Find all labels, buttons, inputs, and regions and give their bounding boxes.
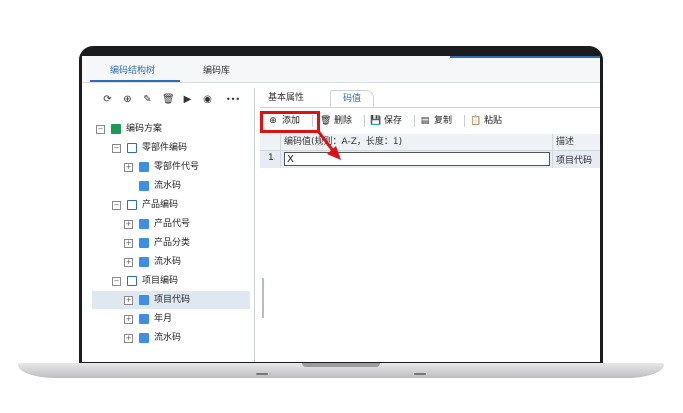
play-icon[interactable]: ▶: [182, 94, 193, 105]
save-button-label: 保存: [384, 116, 403, 126]
code-item-icon: [139, 181, 149, 191]
table-row[interactable]: 1 项目代码: [260, 151, 600, 168]
tree-node-label: 零部件代号: [154, 162, 200, 172]
tree-node-label: 流水码: [154, 333, 182, 343]
tree-node-label: 产品分类: [154, 238, 191, 248]
tree-node-label: 编码方案: [126, 124, 163, 134]
description-cell[interactable]: 项目代码: [556, 153, 592, 166]
stop-icon[interactable]: ◉: [202, 94, 213, 105]
active-tab-indicator: [90, 80, 180, 82]
paste-button[interactable]: 📋 粘贴: [470, 113, 502, 129]
add-button-highlight: [260, 111, 320, 133]
top-tab-bar: 编码结构树 编码库: [82, 56, 600, 83]
tree-node-product-number[interactable]: + 产品代号: [124, 215, 190, 233]
tree-node-part-code[interactable]: − 零部件编码: [112, 139, 187, 157]
laptop-notch: [302, 363, 380, 367]
top-accent-line: [450, 56, 600, 58]
collapse-icon[interactable]: −: [112, 276, 121, 286]
add-circle-icon[interactable]: ⊕: [122, 94, 133, 105]
right-panel: 基本属性 码值 ⊕ 添加 🗑 删除 💾 保存 ▤ 复制 📋 粘贴 编码值(规则：A-Z，长…: [260, 88, 600, 362]
tab-basic-properties[interactable]: 基本属性: [268, 90, 304, 106]
tree-node-label: 年月: [154, 314, 173, 324]
tree-node-label: 产品代号: [154, 219, 191, 229]
paste-icon: 📋: [470, 116, 482, 126]
grid-header: 编码值(规则：A-Z，长度：1) 描述: [260, 134, 600, 151]
expand-icon[interactable]: +: [124, 257, 133, 267]
tree-node-serial-2[interactable]: + 流水码: [124, 253, 181, 271]
tree-node-scheme[interactable]: − 编码方案: [96, 120, 162, 138]
toolbar-separator: [464, 115, 465, 127]
column-separator: [280, 134, 281, 168]
expand-icon[interactable]: +: [124, 162, 133, 172]
toolbar-separator: [364, 115, 365, 127]
column-separator: [552, 134, 553, 168]
code-group-icon: [127, 200, 137, 210]
save-button[interactable]: 💾 保存: [370, 113, 402, 129]
tree-node-label: 产品编码: [142, 200, 179, 210]
delete-button-label: 删除: [334, 116, 353, 126]
tree-node-product-category[interactable]: + 产品分类: [124, 234, 190, 252]
code-item-icon: [139, 295, 149, 305]
copy-button[interactable]: ▤ 复制: [420, 113, 452, 129]
expand-icon[interactable]: +: [124, 219, 133, 229]
paste-button-label: 粘贴: [484, 116, 503, 126]
scheme-icon: [111, 124, 121, 134]
tree-node-project-code[interactable]: − 项目编码: [112, 272, 178, 290]
column-header-code-value[interactable]: 编码值(规则：A-Z，长度：1): [284, 134, 402, 150]
code-item-icon: [139, 219, 149, 229]
code-item-icon: [139, 238, 149, 248]
subtab-divider: [260, 107, 600, 108]
tree-node-label: 流水码: [154, 181, 182, 191]
save-icon: 💾: [370, 116, 382, 126]
app-screen: 编码结构树 编码库 ⟳ ⊕ ✎ 🗑 ▶ ◉ ••• − 编码方案 − 零部件编码 +…: [82, 56, 600, 362]
tree-node-label: 项目编码: [142, 276, 179, 286]
delete-button[interactable]: 🗑 删除: [320, 113, 352, 129]
edit-icon[interactable]: ✎: [142, 94, 153, 105]
toolbar-separator: [414, 115, 415, 127]
tree-node-label: 零部件编码: [142, 143, 188, 153]
expand-icon[interactable]: +: [124, 333, 133, 343]
tree-node-label: 流水码: [154, 257, 182, 267]
laptop-foot-right: [414, 373, 426, 375]
copy-button-label: 复制: [434, 116, 453, 126]
tab-code-structure-tree[interactable]: 编码结构树: [110, 63, 155, 76]
tree-node-serial-1[interactable]: 流水码: [139, 177, 181, 195]
expand-icon[interactable]: +: [124, 295, 133, 305]
expand-icon[interactable]: +: [124, 238, 133, 248]
left-panel: ⟳ ⊕ ✎ 🗑 ▶ ◉ ••• − 编码方案 − 零部件编码 + 零部件代号 流水码 …: [92, 88, 264, 362]
code-item-icon: [139, 314, 149, 324]
tree-node-part-number[interactable]: + 零部件代号: [124, 158, 199, 176]
code-item-icon: [139, 333, 149, 343]
collapse-icon[interactable]: −: [112, 143, 121, 153]
column-header-description[interactable]: 描述: [556, 134, 574, 150]
code-item-icon: [139, 162, 149, 172]
copy-icon: ▤: [420, 116, 430, 126]
tab-code-values[interactable]: 码值: [330, 90, 374, 107]
tree-node-project-number[interactable]: + 项目代码: [92, 291, 250, 309]
tree-node-serial-3[interactable]: + 流水码: [124, 329, 181, 347]
code-item-icon: [139, 257, 149, 267]
refresh-icon[interactable]: ⟳: [102, 94, 113, 105]
tree-node-product-code[interactable]: − 产品编码: [112, 196, 178, 214]
code-value-input[interactable]: [284, 152, 550, 166]
tab-code-library[interactable]: 编码库: [203, 63, 230, 76]
collapse-icon[interactable]: −: [96, 124, 105, 134]
collapse-icon[interactable]: −: [112, 200, 121, 210]
code-group-icon: [127, 143, 137, 153]
tree-node-year-month[interactable]: + 年月: [124, 310, 172, 328]
trash-icon: 🗑: [320, 116, 332, 126]
tree-node-label: 项目代码: [154, 295, 191, 305]
laptop-foot-left: [256, 373, 268, 375]
trash-icon[interactable]: 🗑: [162, 94, 175, 105]
expand-icon[interactable]: +: [124, 314, 133, 324]
code-group-icon: [127, 276, 137, 286]
more-icon[interactable]: •••: [224, 94, 242, 105]
row-number: 1: [268, 153, 274, 163]
